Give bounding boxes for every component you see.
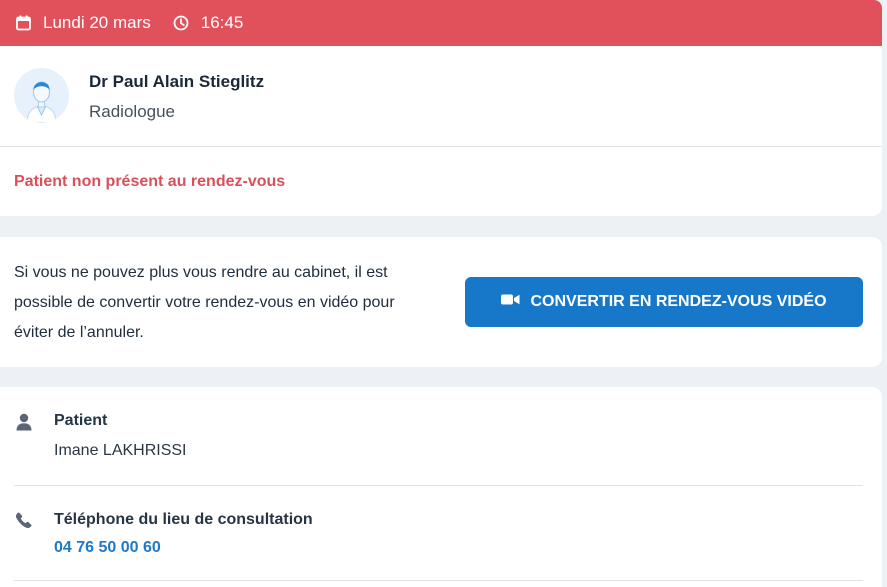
appointment-details-card	[0, 387, 882, 587]
time-label: 16:45	[200, 13, 244, 32]
phone-label: Téléphone du lieu de consultation	[54, 511, 313, 528]
patient-label: Patient	[54, 412, 108, 429]
person-icon	[16, 413, 32, 436]
date-label: Lundi 20 mars	[43, 13, 151, 32]
video-camera-icon	[501, 293, 530, 311]
divider	[14, 485, 863, 486]
info-line: Si vous ne pouvez plus vous rendre au ca…	[14, 264, 388, 281]
clock-icon	[173, 15, 189, 31]
phone-number-link[interactable]: 04 76 50 00 60	[54, 539, 161, 557]
doctor-avatar	[14, 68, 69, 123]
info-line: possible de convertir votre rendez-vous …	[14, 294, 395, 311]
calendar-icon	[16, 15, 31, 31]
phone-icon	[15, 512, 32, 533]
appointment-date: Lundi 20 mars	[16, 13, 151, 33]
patient-name: Imane LAKHRISSI	[54, 442, 187, 459]
doctor-name[interactable]: Dr Paul Alain Stieglitz	[89, 72, 264, 92]
appointment-time: 16:45	[173, 13, 244, 33]
appointment-status: Patient non présent au rendez-vous	[14, 173, 286, 190]
divider	[0, 146, 882, 147]
appointment-header: Lundi 20 mars 16:45	[0, 0, 882, 46]
convert-button-label: CONVERTIR EN RENDEZ-VOUS VIDÉO	[530, 293, 827, 310]
doctor-specialty: Radiologue	[89, 102, 176, 121]
info-line: éviter de l’annuler.	[14, 324, 144, 341]
divider	[14, 580, 863, 581]
convert-to-video-button[interactable]: CONVERTIR EN RENDEZ-VOUS VIDÉO	[465, 277, 863, 327]
video-conversion-text: Si vous ne pouvez plus vous rendre au ca…	[14, 258, 444, 348]
